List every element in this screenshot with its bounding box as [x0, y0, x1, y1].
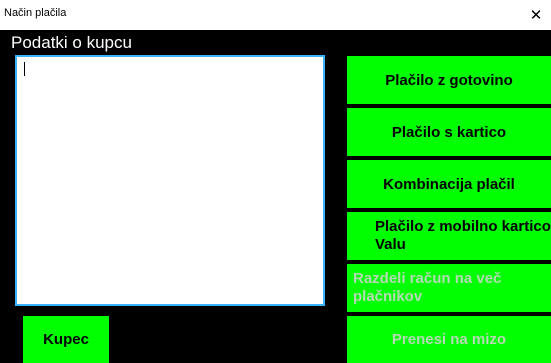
window-titlebar: Način plačila ✕ — [0, 0, 551, 30]
dialog-body: Podatki o kupcu Plačilo z gotovino Plači… — [0, 30, 551, 363]
pay-card-button[interactable]: Plačilo s kartico — [347, 108, 551, 156]
combination-payment-button[interactable]: Kombinacija plačil — [347, 160, 551, 208]
customer-data-textarea[interactable] — [15, 55, 325, 306]
window-title: Način plačila — [4, 7, 67, 19]
customer-data-heading: Podatki o kupcu — [11, 33, 132, 52]
split-bill-button: Razdeli račun na več plačnikov — [347, 264, 551, 312]
text-caret — [24, 62, 25, 76]
close-icon[interactable]: ✕ — [521, 0, 551, 30]
transfer-to-table-button: Prenesi na mizo — [347, 316, 551, 363]
pay-mobile-valu-button[interactable]: Plačilo z mobilno kartico Valu — [347, 212, 551, 260]
pay-cash-button[interactable]: Plačilo z gotovino — [347, 56, 551, 104]
customer-button[interactable]: Kupec — [23, 316, 109, 363]
